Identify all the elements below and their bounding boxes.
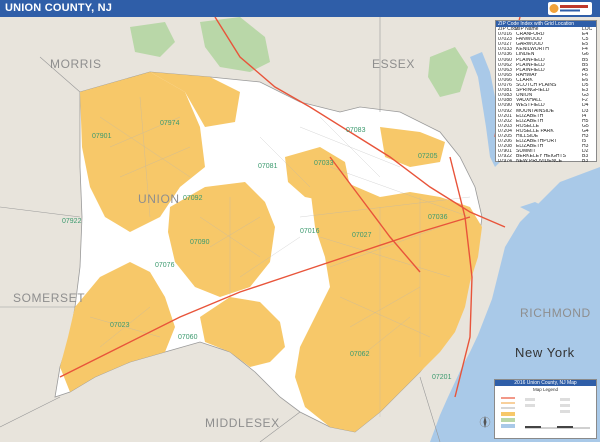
- zip-label: 07060: [178, 334, 198, 341]
- zip-label: 07092: [183, 195, 203, 202]
- zip-label: 07027: [352, 232, 372, 239]
- brand-logo: [548, 2, 592, 15]
- zip-index-panel: ZIP Code Index with Grid Location ZIP Co…: [495, 20, 597, 164]
- region-label-union: UNION: [138, 192, 180, 206]
- zip-label: 07036: [428, 214, 448, 221]
- region-label-morris: MORRIS: [50, 57, 102, 71]
- zip-label: 07083: [346, 127, 366, 134]
- region-label-richmond: RICHMOND: [520, 306, 591, 320]
- zip-label: 07076: [155, 262, 175, 269]
- brand-logo-graphic: [549, 4, 588, 13]
- region-label-middlesex: MIDDLESEX: [205, 416, 280, 430]
- region-label-essex: ESSEX: [372, 57, 416, 71]
- zip-label: 07081: [258, 163, 278, 170]
- zip-label: 07090: [190, 239, 210, 246]
- zip-label: 07033: [314, 160, 334, 167]
- zip-index-rows: 07016 CRANFORD E4 07023 FANWOOD C5 07027 GARWOO…: [496, 32, 596, 164]
- title-bar: UNION COUNTY, NJ: [0, 0, 600, 17]
- map-frame: UNION COUNTY, NJ MORRIS ESSEX UNION SOME…: [0, 0, 600, 442]
- zip-label: 07062: [350, 351, 370, 358]
- map-title: UNION COUNTY, NJ: [5, 2, 113, 14]
- map-legend: 2016 Union County, NJ Map Map Legend: [494, 379, 597, 439]
- legend-symbols: [501, 397, 590, 429]
- zip-label: 07901: [92, 133, 112, 140]
- zip-label: 07922: [62, 218, 82, 225]
- zip-label: 07974: [160, 120, 180, 127]
- zip-name-cell: NEW PROVIDENCE: [516, 159, 563, 165]
- zip-label: 07016: [300, 228, 320, 235]
- zip-label: 07205: [418, 153, 438, 160]
- zip-label: 07201: [432, 374, 452, 381]
- zip-index-row: 07974 NEW PROVIDENCE B3: [496, 159, 596, 164]
- region-label-new-york: New York: [515, 345, 575, 360]
- zip-code-cell: 07974: [498, 159, 512, 165]
- region-label-somerset: SOMERSET: [13, 291, 86, 305]
- zip-label: 07023: [110, 322, 130, 329]
- legend-title: 2016 Union County, NJ Map: [495, 380, 596, 386]
- zip-loc-cell: B3: [582, 159, 589, 165]
